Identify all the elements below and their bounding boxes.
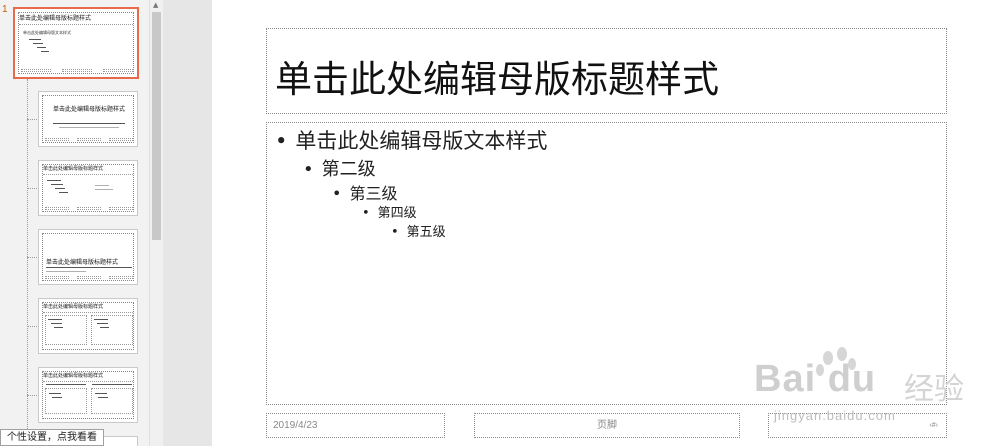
- bullet-icon: •: [391, 225, 399, 240]
- slide-thumbnail-master[interactable]: 单击此处编辑母版标题样式 单击此处编辑母版文本样式: [13, 7, 139, 79]
- text-level-3-label: 第三级: [349, 184, 398, 203]
- thumbnail-content-left: [45, 388, 87, 414]
- layout-tree-line: [27, 79, 28, 439]
- thumbnail-title: 单击此处编辑母版标题样式: [19, 13, 133, 25]
- bullet-icon: •: [362, 206, 370, 221]
- text-level-1-label: 单击此处编辑母版文本样式: [295, 129, 548, 153]
- tree-connector: [27, 119, 37, 120]
- thumbnail-footer: [77, 207, 101, 210]
- title-placeholder[interactable]: 单击此处编辑母版标题样式: [266, 28, 947, 114]
- thumbnail-line: [55, 188, 65, 189]
- slide-thumbnail-layout-title[interactable]: 单击此处编辑母版标题样式: [38, 91, 138, 147]
- text-level-2[interactable]: • 第二级: [303, 155, 376, 181]
- thumbnail-scrollbar[interactable]: ▲: [149, 0, 163, 446]
- watermark-url: jingyan.baidu.com: [774, 408, 896, 423]
- thumbnail-line: [37, 47, 46, 48]
- thumbnail-line: [41, 51, 49, 52]
- scroll-up-arrow-icon[interactable]: ▲: [153, 1, 158, 9]
- date-text: 2019/4/23: [273, 420, 318, 431]
- thumbnail-line: [98, 397, 108, 398]
- thumbnail-footer: [109, 138, 133, 141]
- tree-connector: [27, 257, 37, 258]
- text-level-5[interactable]: • 第五级: [391, 221, 446, 240]
- thumbnail-footer: [77, 138, 101, 141]
- bullet-icon: •: [332, 184, 342, 203]
- slide-thumbnail-layout-two-content[interactable]: 单击此处编辑母版标题样式: [38, 298, 138, 354]
- scrollbar-thumb[interactable]: [152, 12, 161, 240]
- thumbnail-line: [59, 127, 119, 128]
- thumbnail-footer: [62, 69, 92, 72]
- watermark-brand-cn: 经验: [904, 372, 964, 407]
- thumbnail-body-text: 单击此处编辑母版文本样式: [23, 30, 71, 35]
- thumbnail-title: 单击此处编辑母版标题样式: [43, 372, 133, 382]
- slide-thumbnail-layout-section[interactable]: 单击此处编辑母版标题样式: [38, 229, 138, 285]
- thumbnail-line: [95, 189, 113, 190]
- thumbnail-footer: [45, 276, 69, 279]
- bullet-icon: •: [303, 159, 314, 180]
- thumbnail-line: [49, 393, 61, 394]
- thumbnail-line: [94, 319, 108, 320]
- watermark-brand: Bai du: [754, 358, 877, 400]
- thumbnail-line: [53, 123, 125, 124]
- thumbnail-line: [33, 43, 43, 44]
- text-level-4[interactable]: • 第四级: [362, 202, 417, 221]
- tree-connector: [27, 326, 37, 327]
- thumbnail-line: [95, 185, 109, 186]
- thumbnail-line: [46, 384, 86, 385]
- thumbnail-line: [92, 384, 132, 385]
- thumbnail-line: [51, 184, 63, 185]
- text-level-2-label: 第二级: [321, 159, 376, 180]
- thumbnail-title: 单击此处编辑母版标题样式: [43, 165, 133, 175]
- thumbnail-line: [97, 323, 108, 324]
- thumbnail-line: [46, 271, 86, 272]
- thumbnail-line: [59, 192, 68, 193]
- text-level-3[interactable]: • 第三级: [332, 180, 397, 204]
- app-window: 1 单击此处编辑母版标题样式 单击此处编辑母版文本样式 单击此处编辑母版标题样式: [0, 0, 1000, 446]
- thumbnail-title: 单击此处编辑母版标题样式: [43, 303, 133, 313]
- thumbnail-footer: [45, 138, 69, 141]
- thumbnail-line: [95, 393, 107, 394]
- thumbnail-footer: [109, 276, 133, 279]
- date-placeholder[interactable]: 2019/4/23: [266, 413, 445, 438]
- thumbnail-footer: [103, 69, 133, 72]
- thumbnail-line: [46, 267, 132, 268]
- footer-text: 页脚: [597, 420, 617, 431]
- bullet-icon: •: [275, 129, 288, 153]
- thumbnail-title: 单击此处编辑母版标题样式: [46, 259, 119, 266]
- text-level-5-label: 第五级: [406, 225, 446, 240]
- thumbnail-footer: [45, 207, 69, 210]
- footer-placeholder[interactable]: 页脚: [474, 413, 740, 438]
- thumbnail-footer: [77, 276, 101, 279]
- thumbnail-line: [51, 323, 62, 324]
- thumbnail-line: [47, 180, 61, 181]
- thumbnail-footer: [109, 207, 133, 210]
- thumbnail-content-right: [91, 388, 133, 414]
- text-level-1[interactable]: • 单击此处编辑母版文本样式: [275, 125, 547, 155]
- thumbnail-line: [48, 319, 62, 320]
- thumbnail-line: [54, 327, 63, 328]
- tree-connector: [27, 395, 37, 396]
- thumbnail-footer: [21, 69, 51, 72]
- slide-thumbnail-pane[interactable]: 1 单击此处编辑母版标题样式 单击此处编辑母版文本样式 单击此处编辑母版标题样式: [0, 0, 163, 446]
- thumbnail-line: [52, 397, 62, 398]
- personalize-tooltip[interactable]: 个性设置，点我看看: [0, 429, 104, 446]
- thumbnail-line: [29, 39, 41, 40]
- thumbnail-line: [100, 327, 109, 328]
- baidu-watermark: Bai du 经验 jingyan.baidu.com: [754, 347, 984, 430]
- thumbnail-frame: [42, 95, 134, 143]
- text-level-4-label: 第四级: [377, 206, 417, 221]
- title-placeholder-text[interactable]: 单击此处编辑母版标题样式: [275, 49, 719, 103]
- thumbnail-title: 单击此处编辑母版标题样式: [52, 106, 125, 113]
- slide-number-label: 1: [2, 4, 8, 15]
- tree-connector: [27, 188, 37, 189]
- slide-thumbnail-layout-content[interactable]: 单击此处编辑母版标题样式: [38, 160, 138, 216]
- slide-thumbnail-layout-comparison[interactable]: 单击此处编辑母版标题样式: [38, 367, 138, 423]
